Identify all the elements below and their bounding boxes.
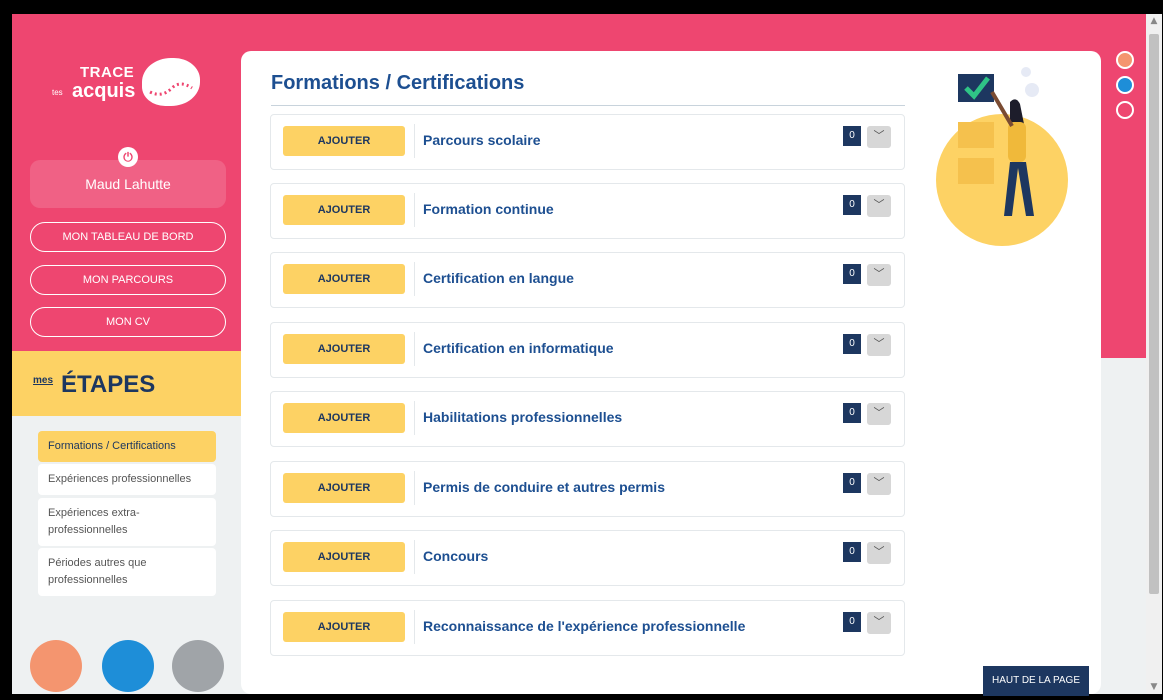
- back-to-top-button[interactable]: HAUT DE LA PAGE: [983, 666, 1089, 696]
- chevron-up-icon[interactable]: ▲: [1149, 16, 1159, 26]
- section-row-certification-langue: AJOUTER Certification en langue 0 ﹀: [270, 252, 905, 308]
- row-divider: [414, 471, 415, 505]
- logo-text-acquis: acquis: [72, 80, 136, 102]
- page-title: Formations / Certifications: [271, 72, 525, 94]
- etapes-prefix: mes: [33, 375, 54, 386]
- step-periodes-autres[interactable]: Périodes autres que professionnelles: [38, 548, 216, 596]
- chevron-down-icon[interactable]: ﹀: [867, 403, 891, 425]
- title-divider: [271, 105, 905, 106]
- count-badge: 0: [843, 403, 861, 423]
- section-row-certification-informatique: AJOUTER Certification en informatique 0 …: [270, 322, 905, 378]
- add-button[interactable]: AJOUTER: [283, 612, 405, 642]
- chevron-down-icon[interactable]: ﹀: [867, 612, 891, 634]
- count-badge: 0: [843, 473, 861, 493]
- nav-mon-parcours[interactable]: MON PARCOURS: [30, 265, 226, 295]
- row-label: Reconnaissance de l'expérience professio…: [423, 618, 746, 634]
- logo-text-trace: TRACE: [80, 64, 135, 81]
- row-divider: [414, 401, 415, 435]
- row-label: Permis de conduire et autres permis: [423, 479, 665, 495]
- row-label: Formation continue: [423, 201, 554, 217]
- theme-dot-orange[interactable]: [1116, 51, 1134, 69]
- section-row-parcours-scolaire: AJOUTER Parcours scolaire 0 ﹀: [270, 114, 905, 170]
- theme-dot-pink[interactable]: [1116, 101, 1134, 119]
- woman-checklist-illustration: [930, 62, 1090, 262]
- user-name: Maud Lahutte: [85, 176, 171, 192]
- avatar-illustration-orange: [30, 640, 82, 692]
- step-experiences-professionnelles[interactable]: Expériences professionnelles: [38, 464, 216, 495]
- count-badge: 0: [843, 126, 861, 146]
- count-badge: 0: [843, 264, 861, 284]
- row-divider: [414, 540, 415, 574]
- section-row-permis: AJOUTER Permis de conduire et autres per…: [270, 461, 905, 517]
- add-button[interactable]: AJOUTER: [283, 473, 405, 503]
- nav-mon-cv[interactable]: MON CV: [30, 307, 226, 337]
- chevron-down-icon[interactable]: ▼: [1149, 682, 1159, 692]
- section-row-formation-continue: AJOUTER Formation continue 0 ﹀: [270, 183, 905, 239]
- add-button[interactable]: AJOUTER: [283, 403, 405, 433]
- row-label: Certification en langue: [423, 270, 574, 286]
- chevron-down-icon[interactable]: ﹀: [867, 195, 891, 217]
- row-divider: [414, 193, 415, 227]
- chevron-down-icon[interactable]: ﹀: [867, 126, 891, 148]
- add-button[interactable]: AJOUTER: [283, 542, 405, 572]
- count-badge: 0: [843, 542, 861, 562]
- scrollbar-thumb[interactable]: [1149, 34, 1159, 594]
- row-divider: [414, 124, 415, 158]
- add-button[interactable]: AJOUTER: [283, 126, 405, 156]
- power-icon[interactable]: ⏻: [118, 147, 138, 167]
- row-label: Parcours scolaire: [423, 132, 541, 148]
- row-divider: [414, 610, 415, 644]
- row-label: Concours: [423, 548, 489, 564]
- logo-text-tes: tes: [52, 88, 63, 97]
- theme-dot-blue[interactable]: [1116, 76, 1134, 94]
- row-divider: [414, 332, 415, 366]
- section-row-habilitations: AJOUTER Habilitations professionnelles 0…: [270, 391, 905, 447]
- section-row-reconnaissance-experience: AJOUTER Reconnaissance de l'expérience p…: [270, 600, 905, 656]
- row-divider: [414, 262, 415, 296]
- chevron-down-icon[interactable]: ﹀: [867, 264, 891, 286]
- add-button[interactable]: AJOUTER: [283, 264, 405, 294]
- count-badge: 0: [843, 612, 861, 632]
- chevron-down-icon[interactable]: ﹀: [867, 473, 891, 495]
- count-badge: 0: [843, 195, 861, 215]
- nav-mon-tableau-de-bord[interactable]: MON TABLEAU DE BORD: [30, 222, 226, 252]
- step-formations-certifications[interactable]: Formations / Certifications: [38, 431, 216, 462]
- chevron-down-icon[interactable]: ﹀: [867, 334, 891, 356]
- row-label: Habilitations professionnelles: [423, 409, 623, 425]
- right-gutter: [1102, 358, 1147, 694]
- trace-tes-acquis-logo[interactable]: TRACE tes acquis: [52, 58, 202, 118]
- page-scrollbar[interactable]: ▲ ▼: [1146, 14, 1162, 694]
- row-label: Certification en informatique: [423, 340, 614, 356]
- avatar-illustration-gray: [172, 640, 224, 692]
- add-button[interactable]: AJOUTER: [283, 195, 405, 225]
- count-badge: 0: [843, 334, 861, 354]
- add-button[interactable]: AJOUTER: [283, 334, 405, 364]
- chevron-down-icon[interactable]: ﹀: [867, 542, 891, 564]
- avatar-illustration-blue: [102, 640, 154, 692]
- step-experiences-extra-professionnelles[interactable]: Expériences extra-professionnelles: [38, 498, 216, 546]
- etapes-title: ÉTAPES: [61, 371, 156, 398]
- logo-blob-icon: [142, 58, 200, 106]
- section-row-concours: AJOUTER Concours 0 ﹀: [270, 530, 905, 586]
